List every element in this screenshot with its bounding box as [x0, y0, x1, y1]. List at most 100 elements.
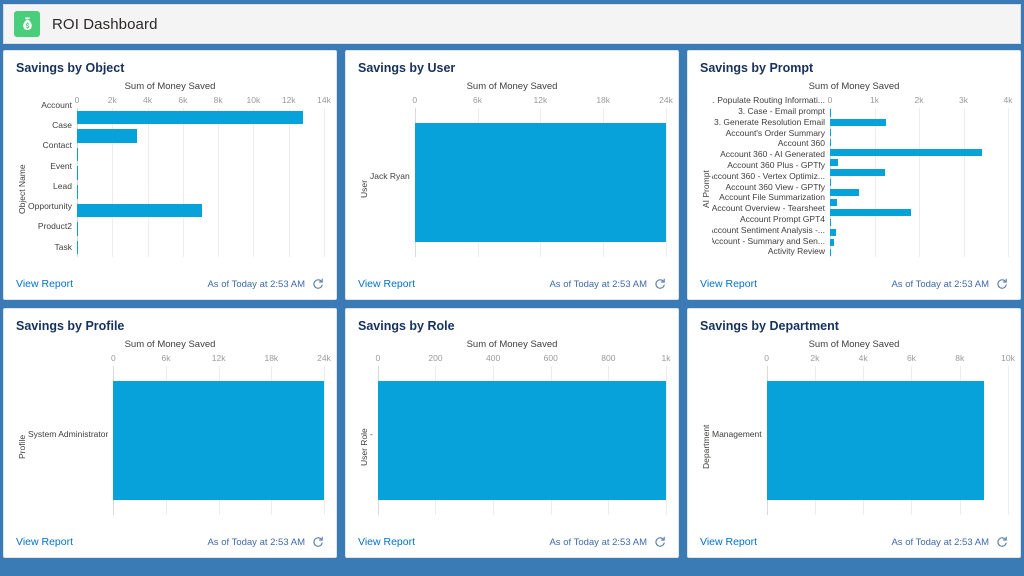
refresh-icon[interactable]	[996, 278, 1008, 290]
category-axis-labels: -	[370, 353, 378, 529]
view-report-link[interactable]: View Report	[16, 278, 73, 290]
x-tick-label: 0	[827, 95, 833, 105]
bar-slot	[76, 220, 324, 239]
category-label: Management	[712, 428, 762, 439]
y-axis-title: User	[359, 180, 369, 198]
x-tick-label: 10k	[1001, 353, 1015, 363]
y-axis-title: User Role	[359, 428, 369, 466]
bar-series	[76, 108, 324, 257]
chart-savings-by-user: Sum of Money Saved User Jack Ryan 0 6k 12k 18k…	[358, 81, 673, 273]
bar[interactable]	[830, 228, 837, 236]
category-label: 3. Case - Email prompt	[738, 105, 825, 116]
bar-slot	[830, 158, 1008, 168]
x-tick-label: 24k	[317, 353, 331, 363]
bar[interactable]	[830, 149, 983, 157]
x-tick-label: 3k	[959, 95, 968, 105]
plot-area: 0 6k 12k 18k 24k	[111, 353, 331, 529]
bar[interactable]	[766, 380, 984, 501]
bar[interactable]	[76, 222, 78, 236]
bar[interactable]	[377, 380, 666, 501]
chart-body: User Role - 0 200 400 600 800 1k	[358, 353, 670, 529]
bar[interactable]	[830, 188, 860, 197]
category-axis-labels: System Administrator	[28, 353, 113, 529]
chart-savings-by-department: Sum of Money Saved Department Management 0 2…	[700, 339, 1015, 531]
bar[interactable]	[830, 248, 831, 256]
bar[interactable]	[830, 178, 832, 187]
bar[interactable]	[830, 139, 831, 147]
refresh-icon[interactable]	[312, 278, 324, 290]
panel-title: Savings by User	[358, 61, 456, 75]
panel-savings-by-user: Savings by User Sum of Money Saved User Jac…	[345, 50, 679, 300]
as-of-timestamp: As of Today at 2:53 AM	[549, 536, 647, 548]
panel-footer: View Report As of Today at 2:53 AM	[700, 275, 1008, 293]
category-label: Jack Ryan	[370, 170, 410, 181]
x-tick-label: 18k	[264, 353, 279, 363]
refresh-icon[interactable]	[312, 536, 324, 548]
footer-right: As of Today at 2:53 AM	[207, 278, 324, 290]
x-axis-ticks: 0 1k 2k 3k 4k	[827, 95, 1013, 108]
category-axis-labels: Management	[712, 353, 767, 529]
refresh-icon[interactable]	[996, 536, 1008, 548]
bar-slot	[76, 201, 324, 220]
gridline	[666, 366, 667, 515]
view-report-link[interactable]: View Report	[358, 278, 415, 290]
gridline	[1008, 366, 1009, 515]
bar-series	[766, 366, 1008, 515]
x-tick-label: 8k	[955, 353, 965, 363]
bar[interactable]	[414, 122, 666, 243]
bar[interactable]	[830, 208, 911, 216]
refresh-icon[interactable]	[654, 536, 666, 548]
bar[interactable]	[830, 129, 832, 137]
bar[interactable]	[76, 240, 78, 255]
bar[interactable]	[830, 198, 837, 206]
panel-title: Savings by Prompt	[700, 61, 814, 75]
bar[interactable]	[76, 129, 137, 143]
panel-savings-by-department: Savings by Department Sum of Money Saved D…	[687, 308, 1021, 558]
bar-slot	[830, 217, 1008, 227]
plot	[377, 366, 667, 515]
bar[interactable]	[830, 109, 831, 117]
chart-body: Object Name Account Case Contact Event Lead Op…	[16, 95, 331, 271]
bar[interactable]	[113, 380, 324, 501]
bar[interactable]	[830, 238, 835, 246]
bar-slot	[830, 128, 1008, 138]
bar[interactable]	[830, 119, 887, 127]
bar[interactable]	[76, 166, 78, 180]
x-tick-label: 24k	[659, 95, 673, 105]
bar[interactable]	[76, 147, 78, 162]
bar[interactable]	[830, 159, 838, 167]
category-label: Account 360	[777, 138, 825, 149]
bar-slot	[76, 164, 324, 183]
bar-slot	[113, 366, 324, 515]
bar-slot	[830, 118, 1008, 128]
bar[interactable]	[76, 110, 303, 125]
x-tick-label: 8k	[213, 95, 223, 105]
refresh-icon[interactable]	[654, 278, 666, 290]
view-report-link[interactable]: View Report	[16, 536, 73, 548]
bar[interactable]	[830, 218, 831, 226]
view-report-link[interactable]: View Report	[700, 536, 757, 548]
bar[interactable]	[76, 185, 78, 199]
bar-series	[113, 366, 324, 515]
panel-footer: View Report As of Today at 2:53 AM	[700, 533, 1008, 551]
y-axis-title: Profile	[17, 434, 27, 460]
view-report-link[interactable]: View Report	[700, 278, 757, 290]
bar[interactable]	[76, 203, 203, 218]
panel-title: Savings by Object	[16, 61, 125, 75]
panel-title: Savings by Department	[700, 319, 839, 333]
view-report-link[interactable]: View Report	[358, 536, 415, 548]
bar-slot	[830, 148, 1008, 158]
category-axis-labels: 1. Populate Routing Informati... 3. Case …	[712, 95, 830, 271]
bar-slot	[830, 188, 1008, 198]
bar-slot	[830, 178, 1008, 188]
bar-slot	[76, 145, 324, 164]
category-label: Account 360 View - GPTfy	[725, 181, 825, 192]
bar-slot	[830, 108, 1008, 118]
bar-slot	[830, 197, 1008, 207]
x-tick-label: 14k	[317, 95, 331, 105]
panel-footer: View Report As of Today at 2:53 AM	[16, 533, 324, 551]
chart-savings-by-prompt: Sum of Money Saved AI Prompt 1. Populate R…	[700, 81, 1013, 273]
bar[interactable]	[830, 169, 886, 177]
money-bag-icon	[14, 11, 40, 37]
x-axis-title: Sum of Money Saved	[124, 81, 216, 92]
